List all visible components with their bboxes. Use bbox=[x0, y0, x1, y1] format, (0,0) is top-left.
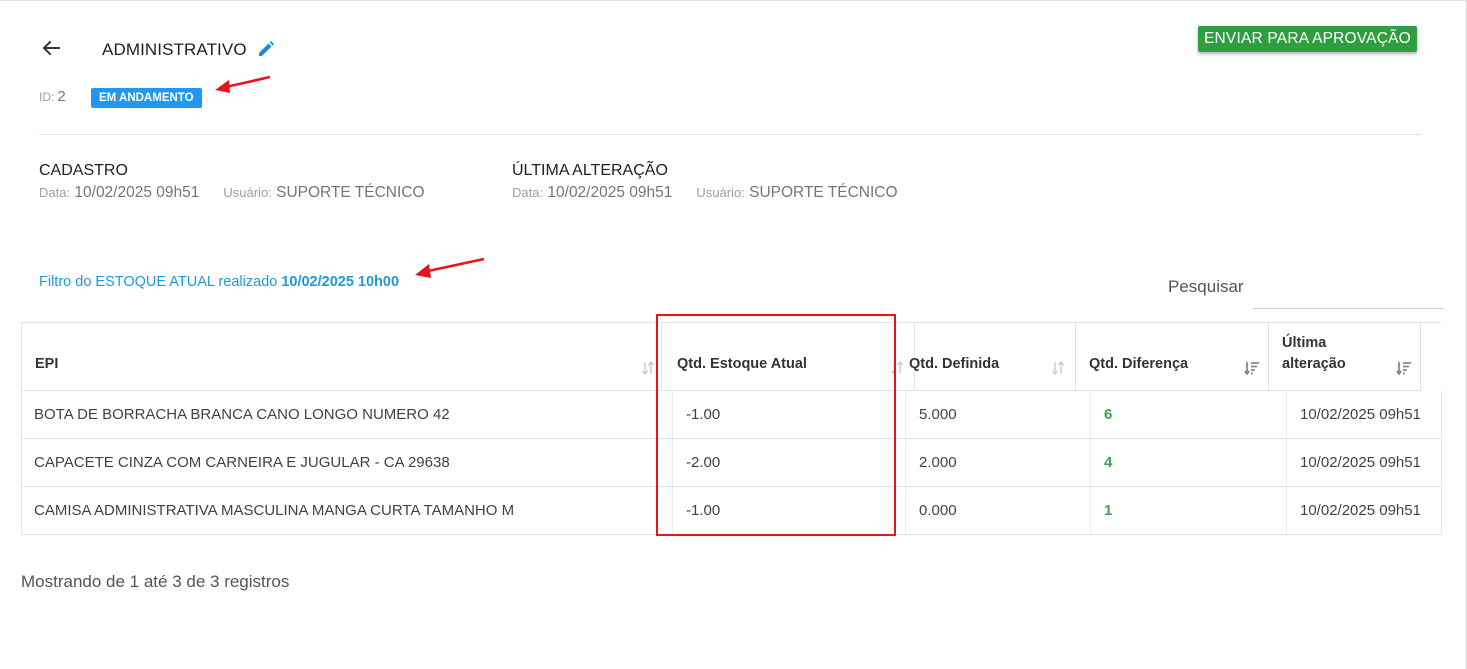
search-label: Pesquisar bbox=[1168, 277, 1244, 296]
page-title: ADMINISTRATIVO bbox=[102, 40, 247, 59]
status-badge: EM ANDAMENTO bbox=[91, 88, 202, 108]
filter-note: Filtro do ESTOQUE ATUAL realizado 10/02/… bbox=[39, 274, 399, 290]
cell-qtd-definida: 2.000 bbox=[906, 439, 1091, 486]
sort-icon bbox=[641, 360, 655, 376]
ultima-alteracao-block: ÚLTIMA ALTERAÇÃO Data: 10/02/2025 09h51 U… bbox=[512, 162, 898, 202]
annotation-arrow-icon bbox=[415, 257, 485, 278]
table-row: CAPACETE CINZA COM CARNEIRA E JUGULAR - … bbox=[22, 439, 1442, 487]
page: ADMINISTRATIVO ENVIAR PARA APROVAÇÃO ID:… bbox=[0, 0, 1467, 669]
column-label: Qtd. Diferença bbox=[1089, 356, 1189, 372]
column-header-ultima-alteracao[interactable]: Última alteração bbox=[1269, 323, 1421, 391]
column-label: Qtd. Definida bbox=[909, 356, 1000, 372]
cell-epi: BOTA DE BORRACHA BRANCA CANO LONGO NUMER… bbox=[22, 391, 673, 438]
filter-text: Filtro do ESTOQUE ATUAL realizado bbox=[39, 274, 278, 290]
cell-qtd-estoque-atual: -1.00 bbox=[673, 391, 906, 438]
cell-ultima-alteracao: 10/02/2025 09h51 bbox=[1287, 391, 1442, 438]
cell-qtd-definida: 5.000 bbox=[906, 391, 1091, 438]
id-value: 2 bbox=[57, 88, 66, 105]
table-header: EPI Qtd. Estoque Atual Qtd. Definida Qtd… bbox=[21, 322, 1441, 391]
cell-qtd-definida: 0.000 bbox=[906, 487, 1091, 534]
user-label: Usuário: bbox=[223, 185, 272, 200]
ultima-alteracao-title: ÚLTIMA ALTERAÇÃO bbox=[512, 162, 668, 179]
table-row: CAMISA ADMINISTRATIVA MASCULINA MANGA CU… bbox=[22, 487, 1442, 535]
sort-desc-icon bbox=[1396, 360, 1411, 376]
column-label: EPI bbox=[35, 356, 59, 372]
annotation-arrow-icon bbox=[215, 75, 271, 93]
cell-qtd-diferenca: 6 bbox=[1091, 391, 1287, 438]
cell-ultima-alteracao: 10/02/2025 09h51 bbox=[1287, 439, 1442, 486]
ultima-alteracao-details: Data: 10/02/2025 09h51 Usuário: SUPORTE T… bbox=[512, 184, 898, 202]
user-label: Usuário: bbox=[696, 185, 745, 200]
date-label: Data: bbox=[512, 185, 544, 200]
table-body: BOTA DE BORRACHA BRANCA CANO LONGO NUMER… bbox=[21, 391, 1442, 535]
table-row: BOTA DE BORRACHA BRANCA CANO LONGO NUMER… bbox=[22, 391, 1442, 439]
column-header-qtd-definida[interactable]: Qtd. Definida bbox=[895, 323, 1076, 391]
cadastro-title: CADASTRO bbox=[39, 162, 128, 179]
ultima-alteracao-user: SUPORTE TÉCNICO bbox=[749, 184, 898, 201]
epi-table: EPI Qtd. Estoque Atual Qtd. Definida Qtd… bbox=[21, 322, 1442, 535]
sort-icon bbox=[1051, 360, 1065, 376]
column-header-qtd-estoque-atual[interactable]: Qtd. Estoque Atual bbox=[662, 323, 915, 391]
cell-epi: CAMISA ADMINISTRATIVA MASCULINA MANGA CU… bbox=[22, 487, 673, 534]
divider bbox=[39, 134, 1422, 135]
cell-ultima-alteracao: 10/02/2025 09h51 bbox=[1287, 487, 1442, 534]
filter-timestamp: 10/02/2025 10h00 bbox=[281, 274, 400, 290]
column-label: Qtd. Estoque Atual bbox=[677, 356, 807, 372]
cell-qtd-diferenca: 1 bbox=[1091, 487, 1287, 534]
pencil-edit-icon[interactable] bbox=[256, 39, 276, 59]
column-header-epi[interactable]: EPI bbox=[22, 323, 662, 391]
ultima-alteracao-date: 10/02/2025 09h51 bbox=[547, 184, 673, 201]
cell-qtd-diferenca: 4 bbox=[1091, 439, 1287, 486]
cell-qtd-estoque-atual: -1.00 bbox=[673, 487, 906, 534]
sort-desc-icon bbox=[1244, 360, 1259, 376]
cell-epi: CAPACETE CINZA COM CARNEIRA E JUGULAR - … bbox=[22, 439, 673, 486]
record-id: ID: 2 bbox=[39, 88, 66, 105]
cadastro-date: 10/02/2025 09h51 bbox=[74, 184, 200, 201]
back-arrow-icon[interactable] bbox=[38, 36, 64, 60]
cadastro-details: Data: 10/02/2025 09h51 Usuário: SUPORTE T… bbox=[39, 184, 425, 202]
send-for-approval-button[interactable]: ENVIAR PARA APROVAÇÃO bbox=[1198, 26, 1417, 52]
cell-qtd-estoque-atual: -2.00 bbox=[673, 439, 906, 486]
column-header-qtd-diferenca[interactable]: Qtd. Diferença bbox=[1076, 323, 1269, 391]
column-label: Última alteração bbox=[1282, 335, 1346, 372]
records-info: Mostrando de 1 até 3 de 3 registros bbox=[21, 572, 290, 591]
cadastro-user: SUPORTE TÉCNICO bbox=[276, 184, 425, 201]
cadastro-block: CADASTRO Data: 10/02/2025 09h51 Usuário: … bbox=[39, 162, 425, 202]
search-input[interactable] bbox=[1253, 270, 1445, 309]
date-label: Data: bbox=[39, 185, 71, 200]
id-label: ID: bbox=[39, 90, 55, 104]
